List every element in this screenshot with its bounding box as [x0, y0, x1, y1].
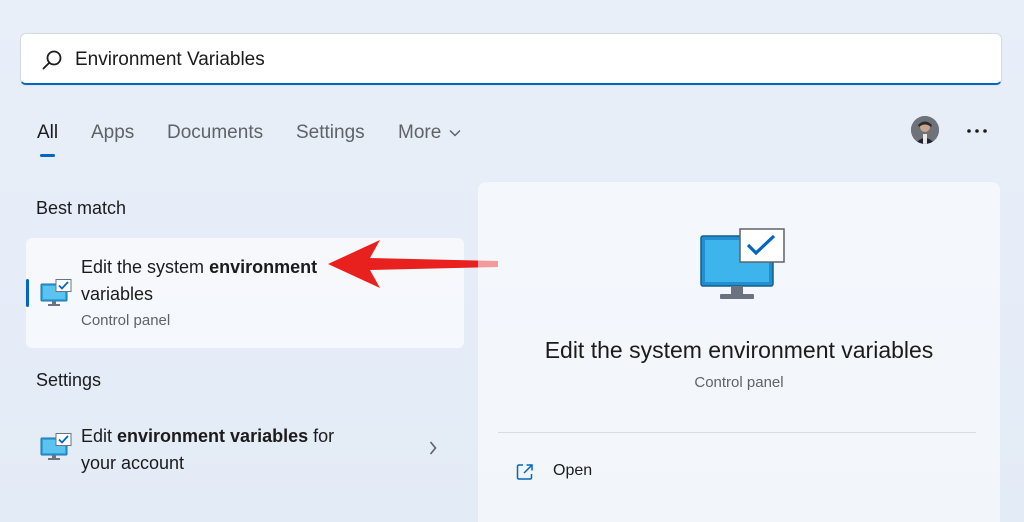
preview-subtitle: Control panel — [694, 374, 784, 391]
open-action-label[interactable]: Open — [553, 462, 592, 480]
best-match-title-bold: environment — [209, 257, 318, 277]
settings-title-suffix: for — [308, 426, 335, 446]
tab-settings[interactable]: Settings — [296, 115, 365, 151]
tab-documents[interactable]: Documents — [167, 115, 263, 151]
filter-tabs: All Apps Documents Settings More — [0, 115, 600, 155]
settings-title-prefix: Edit — [81, 426, 118, 446]
tab-more[interactable]: More — [398, 115, 441, 151]
user-avatar[interactable] — [911, 116, 939, 144]
monitor-check-icon — [700, 228, 785, 299]
tab-apps[interactable]: Apps — [91, 115, 134, 151]
avatar-icon — [911, 116, 939, 144]
chevron-down-icon[interactable] — [448, 128, 462, 138]
settings-heading: Settings — [36, 370, 102, 390]
search-input[interactable] — [75, 44, 975, 76]
tab-all[interactable]: All — [37, 115, 58, 151]
active-tab-indicator — [40, 154, 55, 157]
preview-title: Edit the system environment variables — [544, 337, 934, 363]
ellipsis-icon[interactable] — [965, 127, 989, 135]
monitor-check-icon — [40, 279, 72, 306]
search-icon — [42, 50, 62, 70]
open-external-icon[interactable] — [515, 462, 535, 482]
best-match-subtitle: Control panel — [81, 312, 171, 329]
settings-result-title-line2[interactable]: your account — [81, 453, 184, 474]
chevron-right-icon[interactable] — [428, 440, 438, 456]
best-match-heading: Best match — [36, 198, 127, 218]
best-match-title-line1: Edit the system environment — [81, 257, 317, 278]
settings-result-title-line1[interactable]: Edit environment variables for — [81, 426, 334, 447]
best-match-title-line2: variables — [81, 284, 154, 304]
best-match-title-prefix: Edit the system — [81, 257, 210, 277]
selection-indicator — [26, 279, 29, 307]
settings-title-bold: environment variables — [117, 426, 309, 446]
preview-divider — [498, 432, 976, 433]
annotation-arrow-icon — [328, 240, 498, 288]
monitor-check-icon — [40, 433, 72, 460]
